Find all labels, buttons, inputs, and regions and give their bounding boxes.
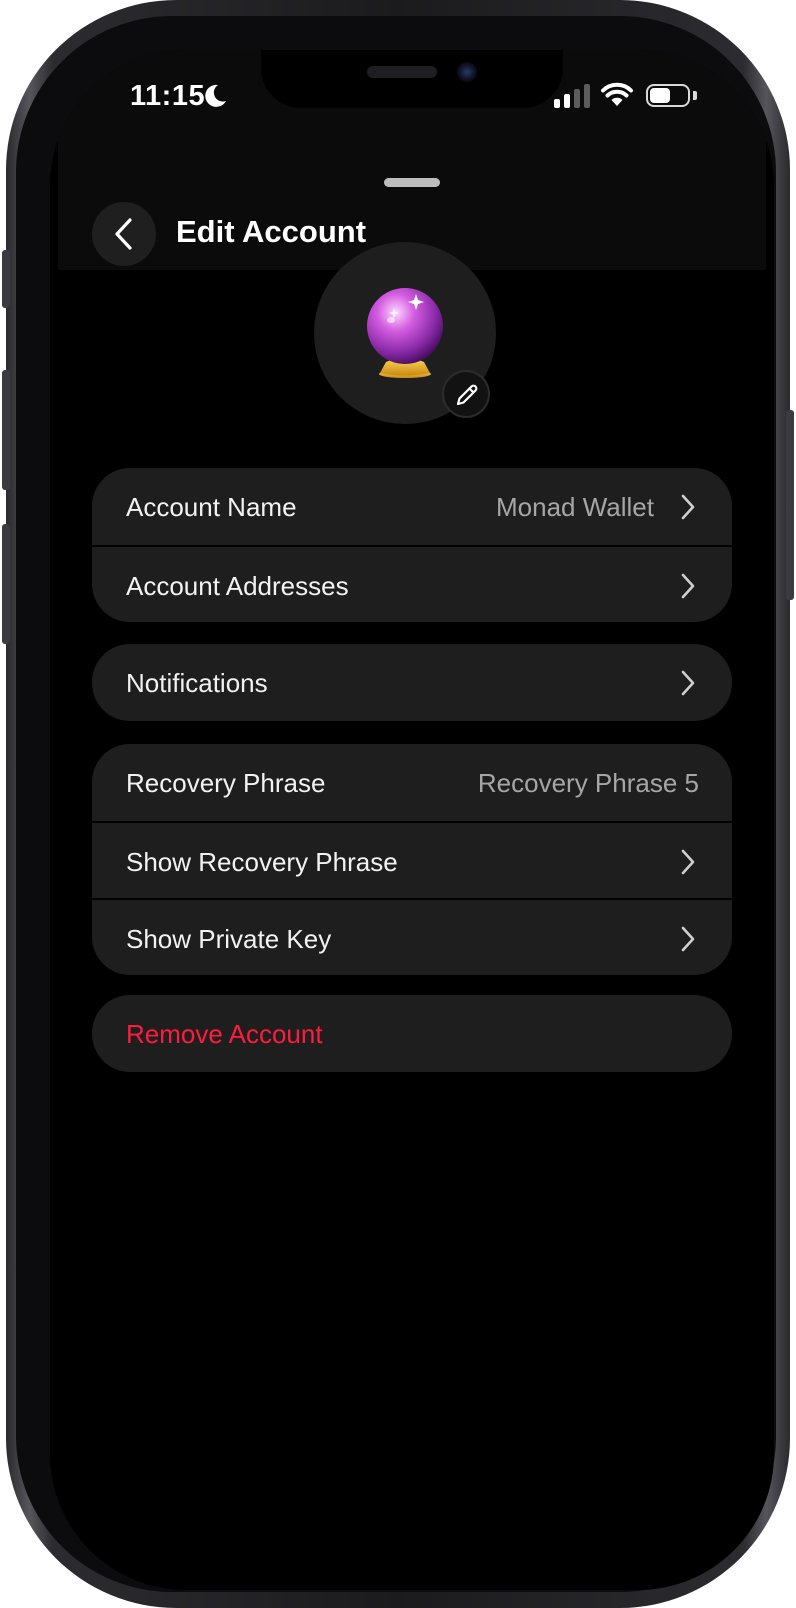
show-recovery-phrase-label: Show Recovery Phrase xyxy=(126,847,398,877)
status-time: 11:15 xyxy=(130,80,206,112)
volume-down-button xyxy=(2,524,10,644)
chevron-left-icon xyxy=(115,218,132,250)
edit-avatar-button[interactable] xyxy=(442,370,490,418)
show-private-key-label: Show Private Key xyxy=(126,924,332,954)
battery-icon xyxy=(646,84,690,107)
account-addresses-row[interactable]: Account Addresses xyxy=(92,545,732,622)
screen: 11:15 Edit Account Account Name Monad Wa… xyxy=(50,50,774,1590)
account-name-row[interactable]: Account Name Monad Wallet xyxy=(92,468,732,545)
wifi-icon xyxy=(601,82,633,106)
battery-level xyxy=(650,88,670,103)
recovery-phrase-row: Recovery Phrase Recovery Phrase 5 xyxy=(92,744,732,821)
chevron-right-icon xyxy=(681,573,695,599)
danger-group: Remove Account xyxy=(92,995,732,1072)
page-title: Edit Account xyxy=(176,214,367,249)
account-name-label: Account Name xyxy=(126,492,297,522)
notifications-group: Notifications xyxy=(92,644,732,721)
silent-switch xyxy=(2,250,10,308)
sheet-grabber[interactable] xyxy=(384,178,440,187)
moon-icon xyxy=(205,84,226,107)
show-private-key-row[interactable]: Show Private Key xyxy=(92,898,732,975)
chevron-right-icon xyxy=(681,494,695,520)
recovery-phrase-label: Recovery Phrase xyxy=(126,768,326,798)
power-button xyxy=(786,410,794,600)
phone-bezel: 11:15 Edit Account Account Name Monad Wa… xyxy=(16,16,776,1592)
security-group: Recovery Phrase Recovery Phrase 5 Show R… xyxy=(92,744,732,975)
notifications-row[interactable]: Notifications xyxy=(92,644,732,721)
chevron-right-icon xyxy=(681,926,695,952)
front-camera xyxy=(457,62,477,82)
volume-up-button xyxy=(2,370,10,490)
battery-cap xyxy=(693,91,697,100)
crystal-ball-icon xyxy=(367,288,443,378)
recovery-phrase-value: Recovery Phrase 5 xyxy=(477,768,699,798)
remove-account-button[interactable]: Remove Account xyxy=(92,995,732,1072)
account-addresses-label: Account Addresses xyxy=(126,571,349,601)
notifications-label: Notifications xyxy=(126,668,268,698)
earpiece-speaker xyxy=(367,66,437,78)
cellular-signal-icon xyxy=(554,84,592,108)
account-group: Account Name Monad Wallet Account Addres… xyxy=(92,468,732,622)
chevron-right-icon xyxy=(681,670,695,696)
back-button[interactable] xyxy=(92,202,156,266)
notch xyxy=(261,50,563,108)
account-name-value: Monad Wallet xyxy=(496,492,654,522)
show-recovery-phrase-row[interactable]: Show Recovery Phrase xyxy=(92,821,732,898)
pencil-icon xyxy=(456,384,478,406)
chevron-right-icon xyxy=(681,849,695,875)
remove-account-label: Remove Account xyxy=(126,1019,323,1049)
